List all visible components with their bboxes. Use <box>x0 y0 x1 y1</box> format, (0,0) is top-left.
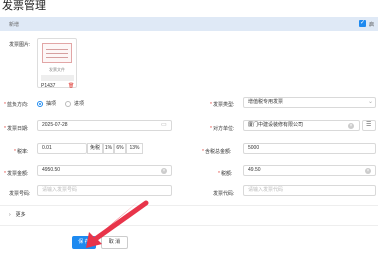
annotation-arrow <box>86 199 149 248</box>
